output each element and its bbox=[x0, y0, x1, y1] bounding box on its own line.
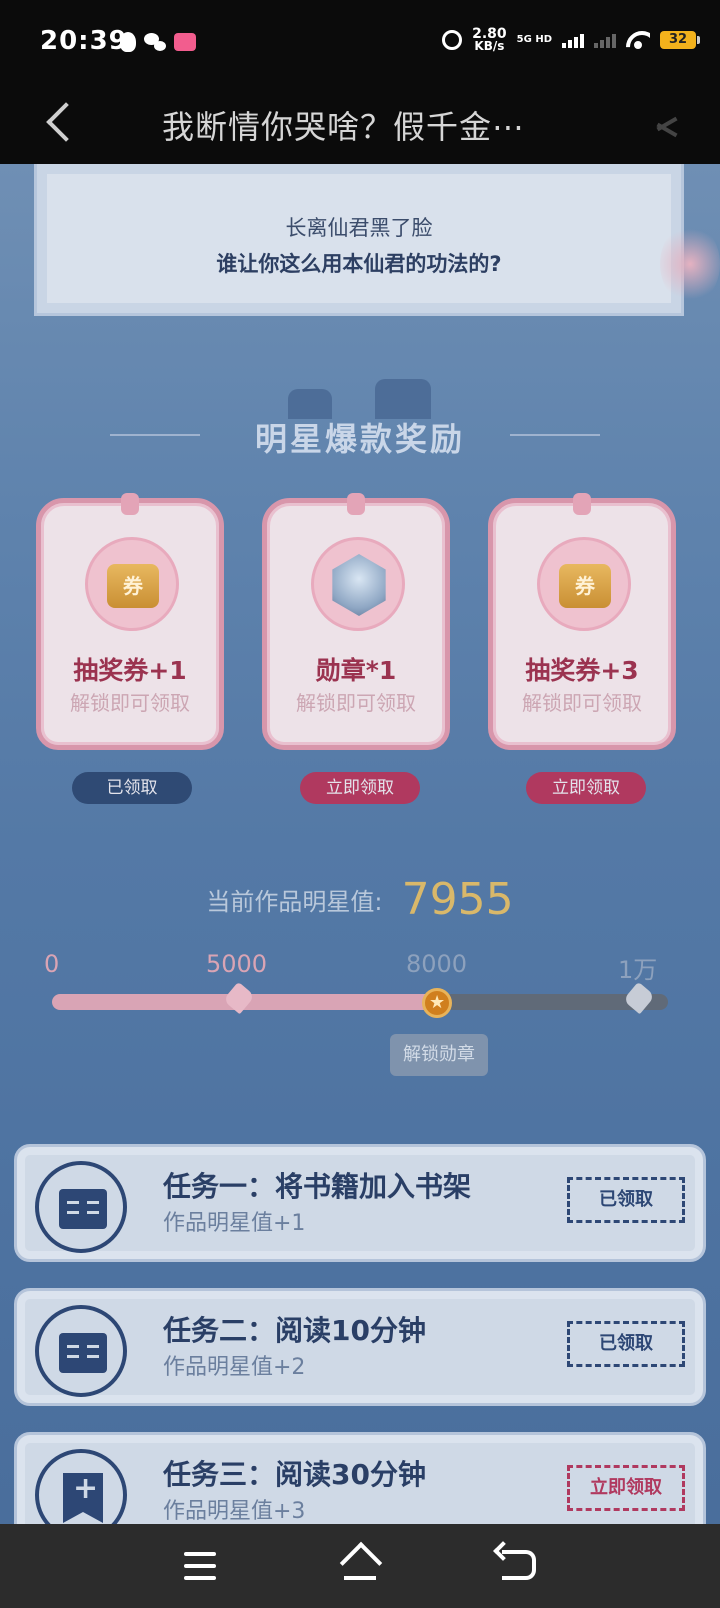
pagoda-decoration bbox=[375, 379, 431, 419]
story-line-1: 长离仙君黑了脸 bbox=[285, 216, 433, 240]
lottery-ticket-icon: 券 bbox=[559, 564, 611, 608]
notification-icons bbox=[120, 32, 196, 52]
card-hanger bbox=[573, 493, 591, 515]
bookmark-plus-icon bbox=[63, 1473, 103, 1523]
task-title: 任务二：阅读10分钟 bbox=[163, 1314, 426, 1347]
open-book-icon bbox=[59, 1333, 107, 1373]
reward-name: 抽奖券+1 bbox=[73, 656, 187, 685]
qq-icon bbox=[120, 32, 136, 52]
rewards-section-title: 明星爆款奖励 bbox=[254, 420, 465, 458]
progress-tick-8000: 8000 bbox=[406, 950, 468, 978]
reward-name: 勋章*1 bbox=[315, 656, 397, 685]
story-line-2: 谁让你这么用本仙君的功法的? bbox=[216, 252, 502, 276]
share-icon[interactable] bbox=[650, 108, 684, 140]
reward-icon-ring: 券 bbox=[537, 537, 631, 631]
task-reward: 作品明星值+2 bbox=[163, 1355, 306, 1380]
reward-card-ticket-1: 券 抽奖券+1 解锁即可领取 bbox=[36, 493, 224, 750]
task-icon-ring bbox=[35, 1161, 127, 1253]
bilibili-icon bbox=[174, 33, 196, 51]
activity-page[interactable]: 长离仙君黑了脸 谁让你这么用本仙君的功法的? 明星爆款奖励 券 抽奖券+1 解锁… bbox=[0, 164, 720, 1524]
status-bar: 20:39 2.80 KB/s 5G HD 32 bbox=[0, 0, 720, 86]
card-hanger bbox=[347, 493, 365, 515]
home-icon[interactable] bbox=[340, 1546, 380, 1584]
system-status-icons: 2.80 KB/s 5G HD 32 bbox=[442, 26, 700, 53]
star-value-number: 7955 bbox=[401, 874, 514, 925]
progress-tick-10000: 1万 bbox=[618, 956, 658, 984]
reward-claim-button[interactable]: 立即领取 bbox=[300, 772, 420, 804]
app-header: 我断情你哭啥？假千金⋯ bbox=[0, 86, 720, 164]
reward-condition: 解锁即可领取 bbox=[522, 691, 642, 715]
task-card-3: 任务三：阅读30分钟 作品明星值+3 立即领取 bbox=[14, 1432, 706, 1524]
task-card-1: 任务一：将书籍加入书架 作品明星值+1 已领取 bbox=[14, 1144, 706, 1262]
reward-card-medal: 勋章*1 解锁即可领取 bbox=[262, 493, 450, 750]
blossom-decoration bbox=[660, 224, 720, 304]
task-claim-button[interactable]: 立即领取 bbox=[567, 1465, 685, 1511]
milestone-8000-star-icon bbox=[422, 988, 452, 1018]
reward-icon-ring: 券 bbox=[85, 537, 179, 631]
back-icon[interactable] bbox=[502, 1550, 536, 1580]
task-icon-ring bbox=[35, 1305, 127, 1397]
reward-claimed-button[interactable]: 已领取 bbox=[72, 772, 192, 804]
back-chevron-icon[interactable] bbox=[34, 96, 86, 152]
wechat-icon bbox=[144, 33, 166, 51]
progress-tick-0: 0 bbox=[44, 950, 60, 978]
battery-icon: 32 bbox=[660, 31, 700, 49]
reward-icon-ring bbox=[311, 537, 405, 631]
task-title: 任务一：将书籍加入书架 bbox=[163, 1170, 472, 1203]
card-hanger bbox=[121, 493, 139, 515]
reward-claim-button[interactable]: 立即领取 bbox=[526, 772, 646, 804]
recent-apps-icon[interactable] bbox=[184, 1552, 216, 1580]
system-nav-bar bbox=[0, 1524, 720, 1608]
star-progress-bar bbox=[52, 994, 668, 1010]
story-excerpt-card: 长离仙君黑了脸 谁让你这么用本仙君的功法的? bbox=[34, 164, 684, 316]
page-title: 我断情你哭啥？假千金⋯ bbox=[162, 108, 526, 146]
task-reward: 作品明星值+3 bbox=[163, 1499, 306, 1524]
medal-badge-icon bbox=[332, 554, 386, 616]
unlock-medal-tooltip: 解锁勋章 bbox=[390, 1034, 488, 1076]
task-reward: 作品明星值+1 bbox=[163, 1211, 306, 1236]
network-speed: 2.80 KB/s bbox=[472, 26, 507, 53]
wifi-icon bbox=[626, 31, 650, 49]
network-type: 5G HD bbox=[516, 34, 552, 45]
task-title: 任务三：阅读30分钟 bbox=[163, 1458, 426, 1491]
title-divider-right bbox=[510, 434, 600, 436]
lottery-ticket-icon: 券 bbox=[107, 564, 159, 608]
reward-card-ticket-3: 券 抽奖券+3 解锁即可领取 bbox=[488, 493, 676, 750]
task-claimed-button[interactable]: 已领取 bbox=[567, 1177, 685, 1223]
reward-condition: 解锁即可领取 bbox=[70, 691, 190, 715]
status-time: 20:39 bbox=[40, 26, 128, 56]
task-icon-ring bbox=[35, 1449, 127, 1524]
signal-sim2-icon bbox=[594, 32, 616, 48]
reward-condition: 解锁即可领取 bbox=[296, 691, 416, 715]
star-value-label: 当前作品明星值: bbox=[206, 888, 383, 916]
reward-name: 抽奖券+3 bbox=[525, 656, 639, 685]
open-book-icon bbox=[59, 1189, 107, 1229]
progress-tick-5000: 5000 bbox=[206, 950, 268, 978]
alarm-icon bbox=[442, 30, 463, 50]
task-claimed-button[interactable]: 已领取 bbox=[567, 1321, 685, 1367]
signal-icon bbox=[562, 32, 584, 48]
star-value-row: 当前作品明星值: 7955 bbox=[0, 874, 720, 925]
task-card-2: 任务二：阅读10分钟 作品明星值+2 已领取 bbox=[14, 1288, 706, 1406]
